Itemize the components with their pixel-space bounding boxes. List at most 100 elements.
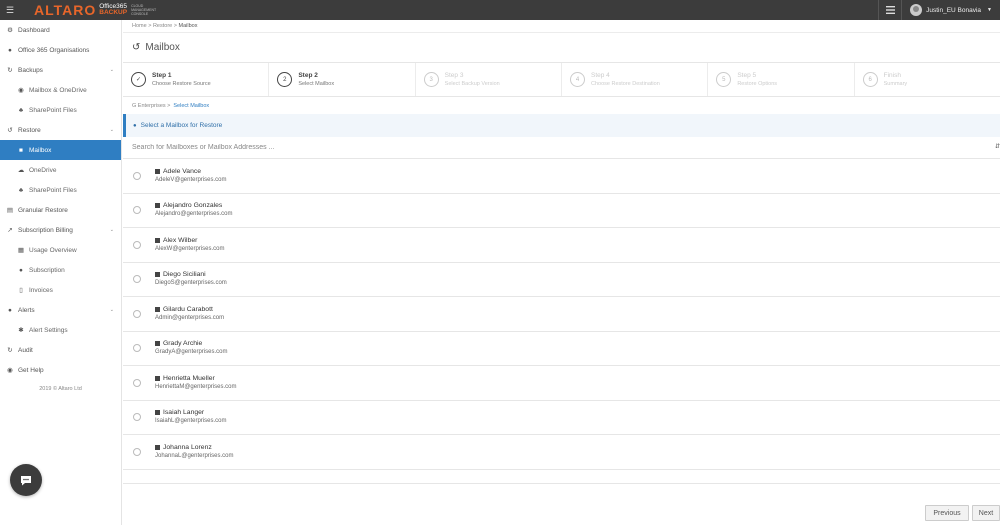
sidebar-item-audit[interactable]: ↻ Audit xyxy=(0,340,121,360)
mailbox-icon xyxy=(155,410,160,416)
backup-icon: ↻ xyxy=(7,67,13,74)
list-item[interactable]: Henrietta Mueller HenriettaM@genterprises… xyxy=(123,366,1000,401)
avatar xyxy=(910,4,923,16)
wizard-step-3: 3 Step 3 Select Backup Version xyxy=(416,63,562,96)
radio-button[interactable] xyxy=(133,275,141,284)
sidebar-item-backup-sharepoint[interactable]: ♣ SharePoint Files xyxy=(0,100,121,120)
restore-icon: ↺ xyxy=(7,127,13,134)
radio-button[interactable] xyxy=(133,378,141,387)
chevron-down-icon: ⌄ xyxy=(109,67,114,73)
restore-icon: ↺ xyxy=(132,42,141,53)
user-name: Justin_EU Bonavia xyxy=(926,6,982,14)
sidebar-item-mailbox[interactable]: ■ Mailbox xyxy=(0,140,121,160)
radio-button[interactable] xyxy=(133,171,141,180)
search-bar: ⇵ xyxy=(123,137,1000,159)
sidebar-item-restore-sharepoint[interactable]: ♣ SharePoint Files xyxy=(0,180,121,200)
list-item[interactable]: Diego Siciliani DiegoS@genterprises.com xyxy=(123,263,1000,297)
sidebar-item-invoices[interactable]: ▯ Invoices xyxy=(0,280,121,300)
dot-icon: ● xyxy=(19,266,23,274)
check-icon: ✓ xyxy=(131,72,146,87)
list-item[interactable]: Alejandro Gonzales Alejandro@genterprises… xyxy=(123,194,1000,228)
wizard-step-1[interactable]: ✓ Step 1 Choose Restore Source xyxy=(123,63,270,96)
mailbox-icon xyxy=(155,444,160,450)
top-bar: ☰ ALTARO Office365 BACKUP CLOUD MANAGEME… xyxy=(0,0,1000,20)
org-current: Select Mailbox xyxy=(173,102,210,109)
history-icon: ↻ xyxy=(7,347,13,354)
wizard-footer: Previous Next xyxy=(123,483,1000,525)
breadcrumb-home[interactable]: Home xyxy=(132,23,147,29)
wizard-step-2[interactable]: 2 Step 2 Select Mailbox xyxy=(269,63,416,96)
sidebar-item-restore[interactable]: ↺ Restore ⌄ xyxy=(0,120,121,140)
mailbox-icon xyxy=(155,341,160,347)
cloud-icon: ☁ xyxy=(17,167,25,174)
sidebar-item-subscription[interactable]: ● Subscription xyxy=(0,260,121,280)
sidebar-item-subscription-billing[interactable]: ↗ Subscription Billing ⌄ xyxy=(0,220,121,240)
step-number: 5 xyxy=(716,72,732,87)
sidebar-item-organisations[interactable]: ● Office 365 Organisations xyxy=(0,40,121,60)
chat-button[interactable] xyxy=(10,464,42,496)
app-logo[interactable]: ALTARO Office365 BACKUP CLOUD MANAGEMENT… xyxy=(34,2,156,18)
radio-button[interactable] xyxy=(133,206,141,215)
mailbox-list: Adele Vance AdeleV@genterprises.com Aleja… xyxy=(123,159,1000,470)
sidebar-item-dashboard[interactable]: ⚙ Dashboard xyxy=(0,20,121,40)
user-menu[interactable]: Justin_EU Bonavia ▼ xyxy=(902,0,1000,20)
page-title: Mailbox xyxy=(145,42,180,53)
breadcrumb: Home > Restore > Mailbox xyxy=(123,20,1000,33)
sidebar-item-alerts[interactable]: ● Alerts ⌄ xyxy=(0,300,121,320)
sidebar-item-alert-settings[interactable]: ✱ Alert Settings xyxy=(0,320,121,340)
mailbox-icon xyxy=(155,306,160,312)
mailbox-icon xyxy=(155,237,160,243)
logo-cloud-3: CONSOLE xyxy=(131,12,149,16)
previous-button[interactable]: Previous xyxy=(925,505,969,521)
sidebar-item-mailbox-onedrive[interactable]: ◉ Mailbox & OneDrive xyxy=(0,80,121,100)
list-item[interactable]: Johanna Lorenz JohannaL@genterprises.com xyxy=(123,435,1000,470)
radio-button[interactable] xyxy=(133,240,141,249)
chart-icon: ↗ xyxy=(7,227,13,234)
sidebar-item-granular-restore[interactable]: ▤ Granular Restore xyxy=(0,200,121,220)
chat-icon xyxy=(21,475,31,485)
list-item[interactable]: Gilardu Carabott Admin@genterprises.com xyxy=(123,297,1000,332)
step-number: 4 xyxy=(569,72,585,87)
list-item[interactable]: Alex Wilber AlexW@genterprises.com xyxy=(123,228,1000,263)
radio-button[interactable] xyxy=(133,447,141,456)
chevron-down-icon: ⌄ xyxy=(109,127,114,133)
sitemap-icon: ♣ xyxy=(18,186,24,194)
copyright: 2019 © Altaro Ltd xyxy=(39,386,82,392)
search-input[interactable] xyxy=(123,137,983,158)
radio-button[interactable] xyxy=(133,309,141,318)
sidebar-item-usage-overview[interactable]: ▦ Usage Overview xyxy=(0,240,121,260)
info-icon: ● xyxy=(133,122,137,129)
sidebar-item-onedrive[interactable]: ☁ OneDrive xyxy=(0,160,121,180)
dashboard-icon: ⚙ xyxy=(7,27,13,34)
sidebar-item-backups[interactable]: ↻ Backups ⌄ xyxy=(0,60,121,80)
radio-button[interactable] xyxy=(133,344,141,353)
wizard-step-5: 5 Step 5 Restore Options xyxy=(708,63,855,96)
radio-button[interactable] xyxy=(133,413,141,422)
menu-toggle-icon[interactable]: ☰ xyxy=(0,0,20,20)
sidebar-item-get-help[interactable]: ◉ Get Help xyxy=(0,360,121,380)
organisation-breadcrumb: G Enterprises > Select Mailbox xyxy=(132,102,210,109)
info-text: Select a Mailbox for Restore xyxy=(140,122,223,129)
search-side-icon[interactable]: ⇵ xyxy=(995,143,1000,150)
sitemap-icon: ♣ xyxy=(18,106,24,114)
list-item[interactable]: Grady Archie GradyA@genterprises.com xyxy=(123,332,1000,366)
file-icon: ▯ xyxy=(19,287,23,294)
gear-icon: ✱ xyxy=(18,327,24,334)
list-menu-icon[interactable] xyxy=(878,0,903,20)
chevron-down-icon: ⌄ xyxy=(109,227,114,233)
restore-wizard-steps: ✓ Step 1 Choose Restore Source 2 Step 2 Se… xyxy=(123,63,1000,97)
mailbox-icon xyxy=(155,375,160,381)
list-item[interactable]: Adele Vance AdeleV@genterprises.com xyxy=(123,159,1000,194)
user-icon: ◉ xyxy=(18,87,24,94)
list-item[interactable]: Isaiah Langer IsaiahL@genterprises.com xyxy=(123,401,1000,435)
book-icon: ▤ xyxy=(6,207,14,214)
step-number: 6 xyxy=(862,72,878,87)
org-link[interactable]: G Enterprises xyxy=(132,103,166,109)
breadcrumb-restore[interactable]: Restore xyxy=(153,23,172,29)
mailbox-icon xyxy=(155,272,160,278)
sidebar: ⚙ Dashboard ● Office 365 Organisations ↻ Ba… xyxy=(0,20,122,525)
mailbox-icon xyxy=(155,203,160,209)
wizard-step-finish: 6 Finish Summary xyxy=(855,63,1000,96)
next-button[interactable]: Next xyxy=(972,505,1000,521)
chevron-down-icon: ▼ xyxy=(987,7,992,13)
